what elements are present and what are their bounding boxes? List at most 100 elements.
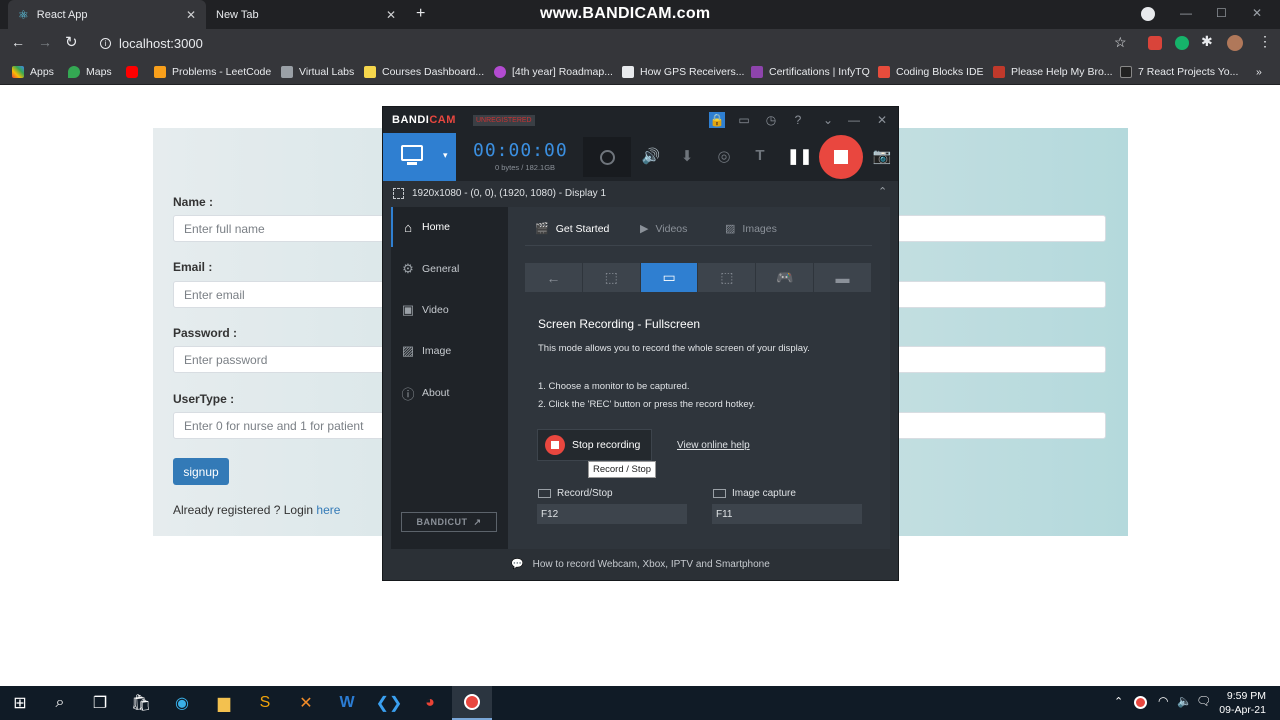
- image-hotkey-field[interactable]: F11: [712, 504, 862, 524]
- bookmark-infytq[interactable]: Certifications | InfyTQ: [751, 58, 870, 85]
- sidebar-item-home[interactable]: ⌂ Home: [391, 207, 508, 247]
- sidebar-item-about[interactable]: ⓘ About: [391, 373, 508, 413]
- bookmark-please-help[interactable]: Please Help My Bro...: [993, 58, 1113, 85]
- close-tab-icon[interactable]: ✕: [386, 8, 396, 22]
- profile-chevron-icon[interactable]: [1141, 7, 1155, 21]
- signup-button[interactable]: signup: [173, 458, 229, 485]
- camera-capture-icon[interactable]: 📷: [872, 147, 892, 165]
- wifi-icon[interactable]: ◠: [1158, 694, 1168, 708]
- webcam-button[interactable]: [583, 137, 631, 177]
- chevron-down-icon[interactable]: ▾: [443, 150, 448, 161]
- xampp-icon[interactable]: ✕: [286, 686, 326, 720]
- address-bar[interactable]: i localhost:3000: [90, 32, 1140, 55]
- edge-icon[interactable]: ◉: [162, 686, 202, 720]
- windows-start-icon[interactable]: ⊞: [0, 686, 40, 720]
- capture-area-bar[interactable]: 1920x1080 - (0, 0), (1920, 1080) - Displ…: [383, 181, 898, 207]
- hdmi-icon: ▬: [835, 269, 850, 286]
- mode-device-button[interactable]: ▬: [814, 263, 871, 292]
- minimize-icon[interactable]: —: [1180, 6, 1192, 20]
- bookmark-coding-blocks[interactable]: Coding Blocks IDE: [878, 58, 984, 85]
- record-hotkey-field[interactable]: F12: [537, 504, 687, 524]
- menu-kebab-icon[interactable]: ⋮: [1258, 33, 1272, 50]
- notification-icon[interactable]: 🗨: [1196, 694, 1211, 708]
- bandicam-footer[interactable]: 💬 How to record Webcam, Xbox, IPTV and S…: [383, 549, 898, 580]
- mode-back-button[interactable]: ←: [525, 263, 582, 292]
- bookmark-virtual-labs[interactable]: Virtual Labs: [281, 58, 354, 85]
- bandicut-button[interactable]: BANDICUT ↗: [401, 512, 497, 532]
- forward-icon[interactable]: →: [38, 34, 52, 50]
- mode-game-button[interactable]: 🎮: [756, 263, 814, 292]
- minimize-to-tray-icon[interactable]: ⌄: [820, 112, 836, 128]
- minimize-icon[interactable]: —: [846, 112, 862, 128]
- login-link[interactable]: here: [316, 503, 340, 517]
- bandicam-logo: BANDICAM: [392, 114, 456, 126]
- tab-videos[interactable]: ▶ Videos: [640, 222, 687, 236]
- bandicam-titlebar: BANDICAM UNREGISTERED 🔒 ▭ ◷ ? ⌄ — ✕: [383, 107, 898, 133]
- close-icon[interactable]: ✕: [874, 112, 890, 128]
- reload-icon[interactable]: ↻: [65, 33, 78, 51]
- courses-icon: [364, 65, 376, 78]
- mode-around-mouse-button[interactable]: ⬚: [698, 263, 756, 292]
- youtube-icon: [126, 65, 138, 78]
- bookmark-youtube[interactable]: [126, 58, 144, 85]
- mode-rectangle-button[interactable]: ⬚: [582, 263, 640, 292]
- cursor-click-icon[interactable]: ◎: [714, 147, 734, 165]
- chrome-icon[interactable]: ◕: [410, 686, 450, 720]
- pause-icon[interactable]: ❚❚: [787, 147, 812, 165]
- avatar[interactable]: [1227, 35, 1243, 51]
- close-tab-icon[interactable]: ✕: [186, 8, 196, 22]
- back-icon[interactable]: ←: [11, 34, 25, 50]
- file-explorer-icon[interactable]: ▆: [204, 686, 244, 720]
- mode-selector: ← ⬚ ▭ ⬚ 🎮 ▬: [525, 263, 872, 292]
- vscode-icon[interactable]: ❮❯: [369, 686, 409, 720]
- view-online-help-link[interactable]: View online help: [677, 440, 750, 451]
- text-overlay-icon[interactable]: T: [750, 147, 770, 164]
- extension-icon[interactable]: [1148, 36, 1162, 50]
- stop-recording-button[interactable]: Stop recording: [537, 429, 652, 461]
- more-bookmarks-icon[interactable]: »: [1256, 58, 1262, 85]
- maximize-icon[interactable]: ☐: [1216, 6, 1227, 20]
- bandicam-sidebar: ⌂ Home ⚙ General ▣ Video ▨ Image ⓘ About BAND…: [391, 207, 508, 549]
- bookmark-leetcode[interactable]: Problems - LeetCode: [154, 58, 271, 85]
- bookmark-gps[interactable]: How GPS Receivers...: [622, 58, 744, 85]
- help-icon[interactable]: ?: [790, 112, 806, 128]
- speaker-icon[interactable]: 🔊: [641, 147, 661, 165]
- sidebar-item-general[interactable]: ⚙ General: [391, 249, 508, 289]
- task-view-icon[interactable]: ❐: [80, 686, 120, 720]
- bookmark-apps[interactable]: Apps: [12, 58, 54, 85]
- volume-icon[interactable]: 🔈: [1177, 694, 1192, 708]
- screen-mode-button[interactable]: ▾: [383, 133, 456, 181]
- bookmark-star-icon[interactable]: ☆: [1114, 34, 1127, 51]
- clock-icon[interactable]: ◷: [763, 112, 779, 128]
- sidebar-item-video[interactable]: ▣ Video: [391, 290, 508, 330]
- close-window-icon[interactable]: ✕: [1252, 6, 1262, 20]
- extensions-puzzle-icon[interactable]: ✱: [1201, 33, 1213, 50]
- folder-icon[interactable]: ▭: [736, 112, 752, 128]
- tray-chevron-up-icon[interactable]: ⌃: [1114, 695, 1123, 708]
- system-clock[interactable]: 9:59 PM 09-Apr-21: [1219, 689, 1266, 717]
- bookmark-roadmap[interactable]: [4th year] Roadmap...: [494, 58, 613, 85]
- selection-icon: [393, 188, 404, 199]
- bookmark-maps[interactable]: Maps: [68, 58, 112, 85]
- tab-images[interactable]: ▨ Images: [725, 222, 777, 236]
- word-icon[interactable]: W: [327, 686, 367, 720]
- microphone-icon[interactable]: ⬇: [677, 147, 697, 165]
- bandicam-taskbar-icon[interactable]: [452, 686, 492, 720]
- webcam-icon: [600, 150, 615, 165]
- bookmark-courses[interactable]: Courses Dashboard...: [364, 58, 484, 85]
- mode-fullscreen-button[interactable]: ▭: [640, 263, 698, 292]
- new-tab-button[interactable]: +: [416, 5, 425, 23]
- sublime-icon[interactable]: S: [245, 686, 285, 720]
- search-icon[interactable]: ⌕: [40, 686, 80, 720]
- grammarly-icon[interactable]: [1175, 36, 1189, 50]
- chevron-up-icon[interactable]: ⌃: [878, 185, 887, 198]
- lock-icon[interactable]: 🔒: [709, 112, 725, 128]
- tab-react-app[interactable]: ⚛ React App ✕: [8, 0, 206, 29]
- sidebar-item-image[interactable]: ▨ Image: [391, 331, 508, 371]
- bandicam-tray-icon[interactable]: [1134, 696, 1147, 709]
- tab-get-started[interactable]: 🎬 Get Started: [535, 222, 609, 236]
- bookmark-react-projects[interactable]: 7 React Projects Yo...: [1120, 58, 1238, 85]
- store-icon[interactable]: 🛍: [121, 686, 161, 720]
- record-stop-button[interactable]: [819, 135, 863, 179]
- tab-new-tab[interactable]: New Tab ✕: [208, 0, 406, 29]
